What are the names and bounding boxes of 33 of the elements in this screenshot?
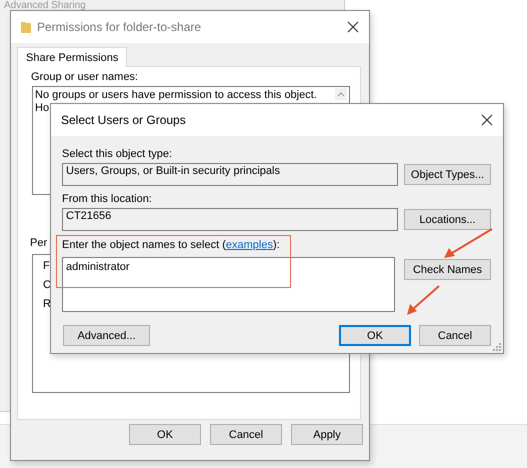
window-title: Advanced Sharing bbox=[4, 0, 86, 11]
resize-grip-icon[interactable] bbox=[492, 342, 501, 351]
field-label: Select this object type: bbox=[62, 148, 172, 160]
window-title: Permissions for folder-to-share bbox=[37, 20, 202, 34]
advanced-button[interactable]: Advanced... bbox=[63, 325, 150, 346]
dialog-button[interactable]: Cancel bbox=[210, 424, 282, 445]
check-names-button[interactable]: Check Names bbox=[404, 259, 491, 280]
object-type-field: Users, Groups, or Built-in security principals bbox=[62, 163, 398, 186]
field-label: Group or user names: bbox=[31, 71, 138, 83]
permission-row: R bbox=[43, 298, 51, 310]
location-field: CT21656 bbox=[62, 208, 398, 231]
permission-row: C bbox=[43, 279, 51, 291]
dialog-button[interactable]: Apply bbox=[291, 424, 363, 445]
object-names-field[interactable]: administrator bbox=[62, 257, 395, 312]
field-label: From this location: bbox=[62, 193, 152, 205]
dialog-button[interactable]: OK bbox=[339, 325, 411, 346]
arrow bbox=[444, 228, 493, 258]
close-icon[interactable] bbox=[347, 21, 359, 33]
locations-button[interactable]: Locations... bbox=[404, 209, 491, 230]
permission-row: F bbox=[43, 260, 50, 272]
object-types-button[interactable]: Object Types... bbox=[404, 164, 491, 185]
dialog-button[interactable]: OK bbox=[129, 424, 201, 445]
window-title: Select Users or Groups bbox=[61, 113, 187, 127]
close-icon[interactable] bbox=[481, 114, 493, 126]
list-text: Ho bbox=[35, 102, 50, 114]
dialog-button[interactable]: Cancel bbox=[419, 325, 491, 346]
field-label: Enter the object names to select (examples): bbox=[62, 239, 280, 251]
examples-link[interactable]: examples bbox=[226, 239, 273, 251]
list-text: No groups or users have permission to access this object. bbox=[35, 89, 317, 101]
tab[interactable]: Share Permissions bbox=[17, 47, 128, 67]
field-label: Per bbox=[30, 237, 48, 249]
folder-icon bbox=[21, 21, 31, 33]
arrow bbox=[407, 285, 440, 315]
